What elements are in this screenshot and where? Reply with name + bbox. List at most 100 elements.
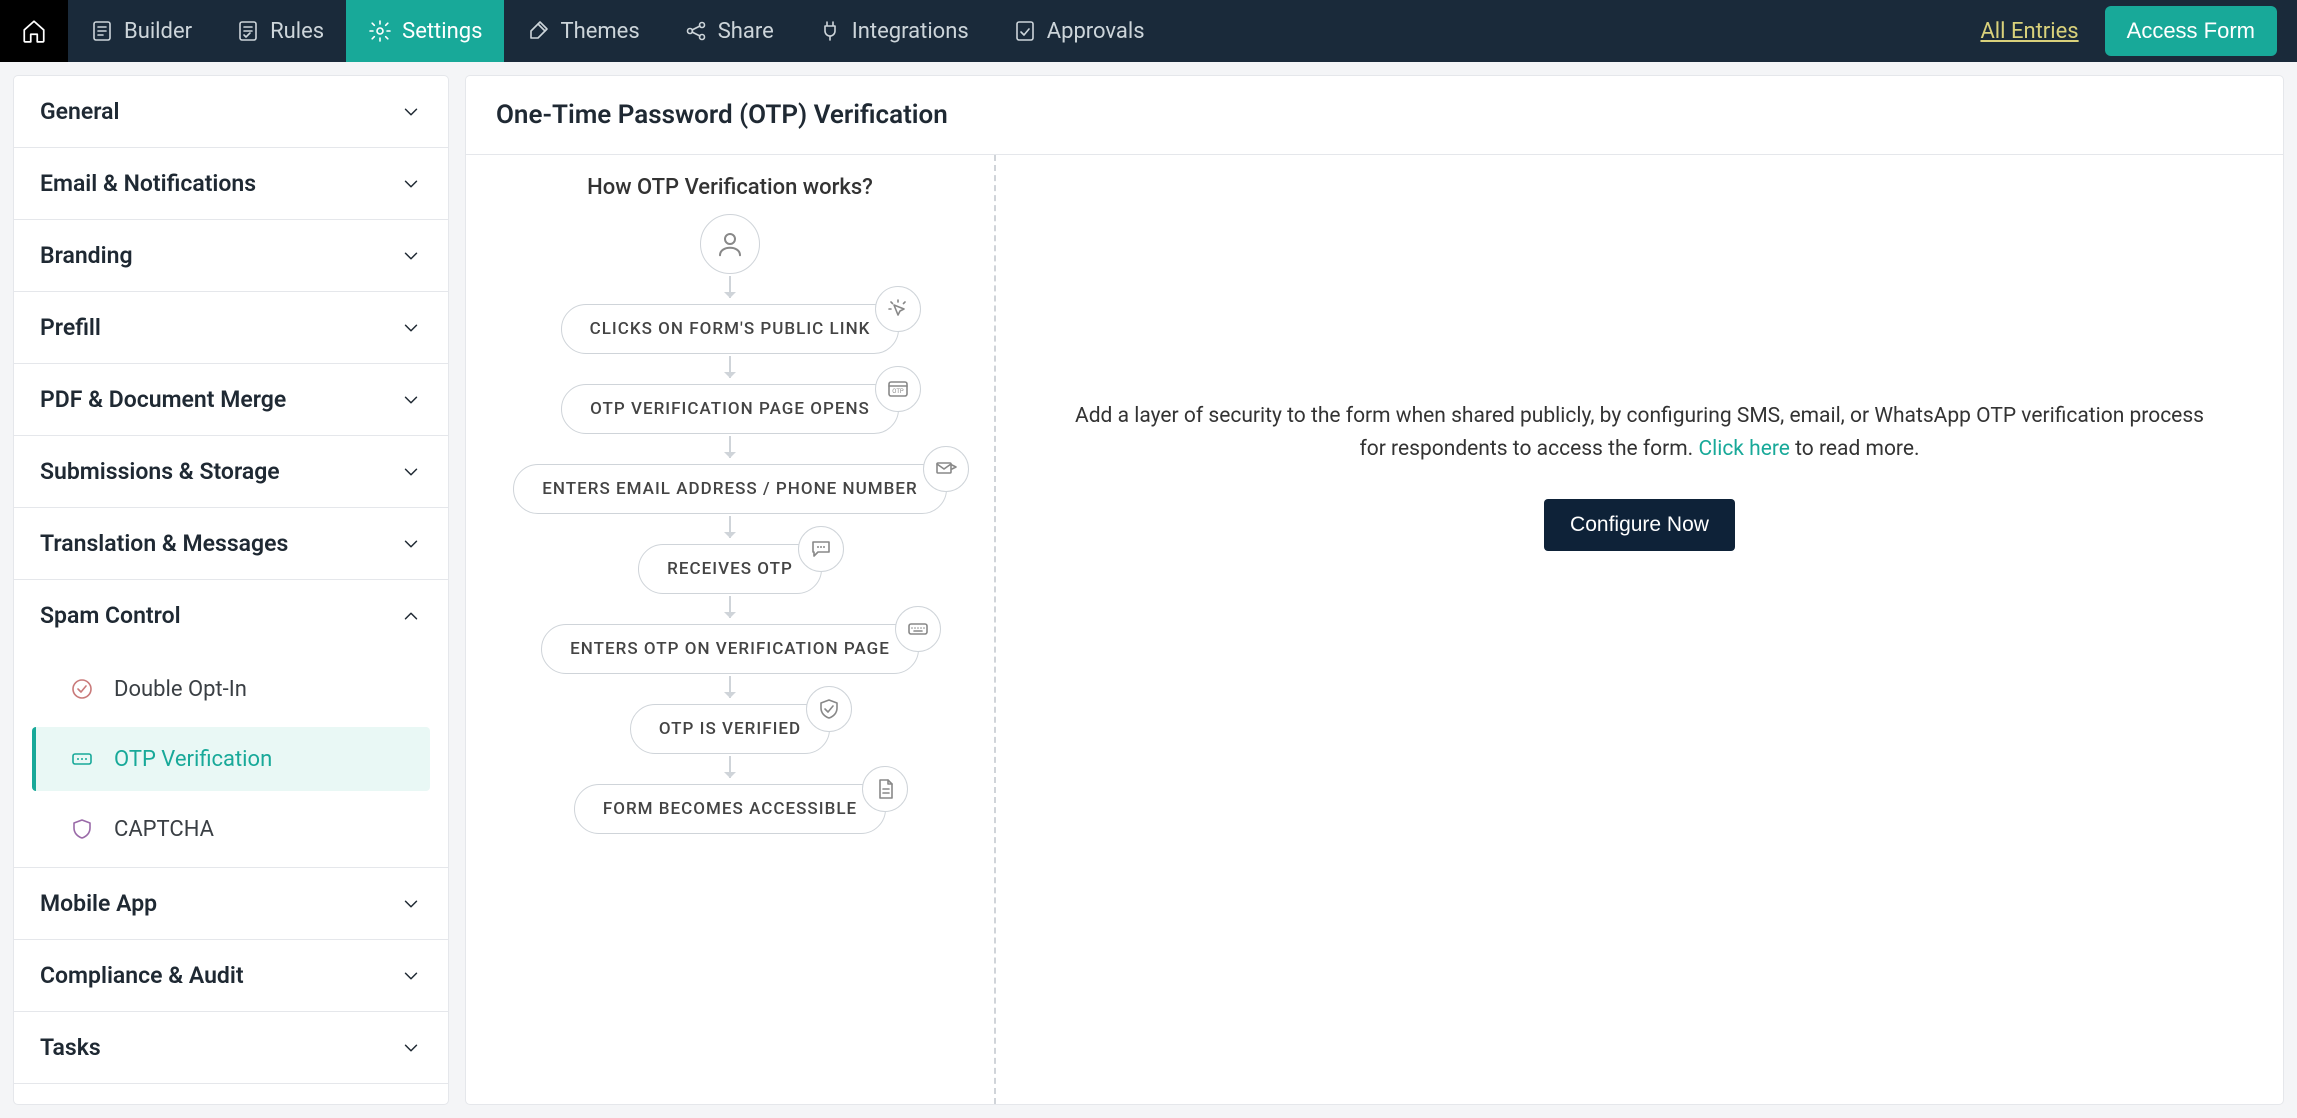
- tab-label: Share: [718, 19, 774, 44]
- sidebar-section-label: Compliance & Audit: [40, 962, 244, 989]
- chevron-down-icon: [400, 389, 422, 411]
- all-entries-link[interactable]: All Entries: [1980, 19, 2078, 44]
- share-icon: [684, 19, 708, 43]
- sidebar-section-branding[interactable]: Branding: [14, 220, 448, 291]
- sidebar-section-email[interactable]: Email & Notifications: [14, 148, 448, 219]
- sidebar-item-otp-verification[interactable]: OTP Verification: [32, 727, 430, 791]
- chevron-down-icon: [400, 893, 422, 915]
- flow-arrow: [729, 756, 731, 778]
- flow-arrow: [729, 436, 731, 458]
- access-form-button[interactable]: Access Form: [2105, 6, 2277, 56]
- sidebar-item-label: Double Opt-In: [114, 677, 247, 702]
- sidebar-section-compliance[interactable]: Compliance & Audit: [14, 940, 448, 1011]
- tab-label: Approvals: [1047, 19, 1145, 44]
- tab-themes[interactable]: Themes: [504, 0, 661, 62]
- page-title: One-Time Password (OTP) Verification: [466, 76, 2283, 155]
- chevron-down-icon: [400, 173, 422, 195]
- sidebar-section-label: General: [40, 98, 120, 125]
- flow-arrow: [729, 356, 731, 378]
- chevron-down-icon: [400, 317, 422, 339]
- sidebar-section-label: Tasks: [40, 1034, 101, 1061]
- flow-step-label: ENTERS EMAIL ADDRESS / PHONE NUMBER: [513, 464, 946, 514]
- top-right: All Entries Access Form: [1980, 0, 2297, 62]
- settings-sidebar: General Email & Notifications Branding P…: [14, 76, 448, 1104]
- sidebar-section-mobile-app[interactable]: Mobile App: [14, 868, 448, 939]
- info-description-suffix: to read more.: [1790, 437, 1920, 461]
- sidebar-section-label: Prefill: [40, 314, 101, 341]
- keyboard-icon: [895, 606, 941, 652]
- tab-label: Settings: [402, 19, 482, 44]
- sidebar-item-double-opt-in[interactable]: Double Opt-In: [14, 657, 448, 721]
- sidebar-item-label: OTP Verification: [114, 747, 272, 772]
- flow-step-label: RECEIVES OTP: [638, 544, 822, 594]
- sidebar-section-spam-control[interactable]: Spam Control: [14, 580, 448, 651]
- tab-approvals[interactable]: Approvals: [991, 0, 1167, 62]
- flow-step-1: CLICKS ON FORM'S PUBLIC LINK: [561, 304, 900, 354]
- sidebar-section-submissions[interactable]: Submissions & Storage: [14, 436, 448, 507]
- flow-step-label: ENTERS OTP ON VERIFICATION PAGE: [541, 624, 919, 674]
- home-icon: [21, 18, 47, 44]
- rules-icon: [236, 19, 260, 43]
- sidebar-section-label: Spam Control: [40, 602, 181, 629]
- svg-text:OTP: OTP: [892, 388, 904, 395]
- flow-step-4: RECEIVES OTP: [638, 544, 822, 594]
- keypad-icon: [68, 745, 96, 773]
- info-description-prefix: Add a layer of security to the form when…: [1075, 404, 2204, 461]
- shield-check-icon: [806, 686, 852, 732]
- configure-now-button[interactable]: Configure Now: [1544, 499, 1735, 551]
- shield-icon: [68, 815, 96, 843]
- tab-share[interactable]: Share: [662, 0, 796, 62]
- sidebar-item-label: CAPTCHA: [114, 817, 214, 842]
- main-panel: One-Time Password (OTP) Verification How…: [466, 76, 2283, 1104]
- flow-step-6: OTP IS VERIFIED: [630, 704, 830, 754]
- flow-step-label: OTP VERIFICATION PAGE OPENS: [561, 384, 899, 434]
- flow-title: How OTP Verification works?: [587, 175, 873, 200]
- tab-integrations[interactable]: Integrations: [796, 0, 991, 62]
- home-button[interactable]: [0, 0, 68, 62]
- chevron-down-icon: [400, 533, 422, 555]
- form-icon: [90, 19, 114, 43]
- info-link[interactable]: Click here: [1698, 437, 1790, 461]
- tab-label: Builder: [124, 19, 192, 44]
- sidebar-section-general[interactable]: General: [14, 76, 448, 147]
- top-nav: Builder Rules Settings Themes Share Inte…: [0, 0, 2297, 62]
- check-circle-icon: [68, 675, 96, 703]
- tab-label: Rules: [270, 19, 324, 44]
- sidebar-section-pdf[interactable]: PDF & Document Merge: [14, 364, 448, 435]
- chevron-down-icon: [400, 1037, 422, 1059]
- gear-icon: [368, 19, 392, 43]
- browser-otp-icon: OTP: [875, 366, 921, 412]
- nav-tabs: Builder Rules Settings Themes Share Inte…: [68, 0, 1167, 62]
- flow-step-label: OTP IS VERIFIED: [630, 704, 830, 754]
- chevron-down-icon: [400, 101, 422, 123]
- envelope-send-icon: [923, 446, 969, 492]
- plug-icon: [818, 19, 842, 43]
- user-icon: [700, 214, 760, 274]
- flow-step-3: ENTERS EMAIL ADDRESS / PHONE NUMBER: [513, 464, 946, 514]
- paint-icon: [526, 19, 550, 43]
- flow-arrow: [729, 596, 731, 618]
- flow-step-label: CLICKS ON FORM'S PUBLIC LINK: [561, 304, 900, 354]
- tab-builder[interactable]: Builder: [68, 0, 214, 62]
- sidebar-section-translation[interactable]: Translation & Messages: [14, 508, 448, 579]
- tab-settings[interactable]: Settings: [346, 0, 504, 62]
- flow-arrow: [729, 276, 731, 298]
- tab-rules[interactable]: Rules: [214, 0, 346, 62]
- sidebar-item-captcha[interactable]: CAPTCHA: [14, 797, 448, 861]
- flow-step-label: FORM BECOMES ACCESSIBLE: [574, 784, 886, 834]
- sidebar-section-tasks[interactable]: Tasks: [14, 1012, 448, 1083]
- cursor-click-icon: [875, 286, 921, 332]
- tab-label: Integrations: [852, 19, 969, 44]
- sidebar-section-label: Translation & Messages: [40, 530, 288, 557]
- sidebar-section-label: Mobile App: [40, 890, 157, 917]
- flow-arrow: [729, 516, 731, 538]
- chevron-up-icon: [400, 605, 422, 627]
- flow-step-2: OTP VERIFICATION PAGE OPENS OTP: [561, 384, 899, 434]
- sidebar-section-prefill[interactable]: Prefill: [14, 292, 448, 363]
- sidebar-section-label: Branding: [40, 242, 133, 269]
- message-code-icon: [798, 526, 844, 572]
- tab-label: Themes: [560, 19, 639, 44]
- chevron-down-icon: [400, 965, 422, 987]
- flow-column: How OTP Verification works? CLICKS ON FO…: [466, 155, 996, 1104]
- sidebar-section-label: Email & Notifications: [40, 170, 256, 197]
